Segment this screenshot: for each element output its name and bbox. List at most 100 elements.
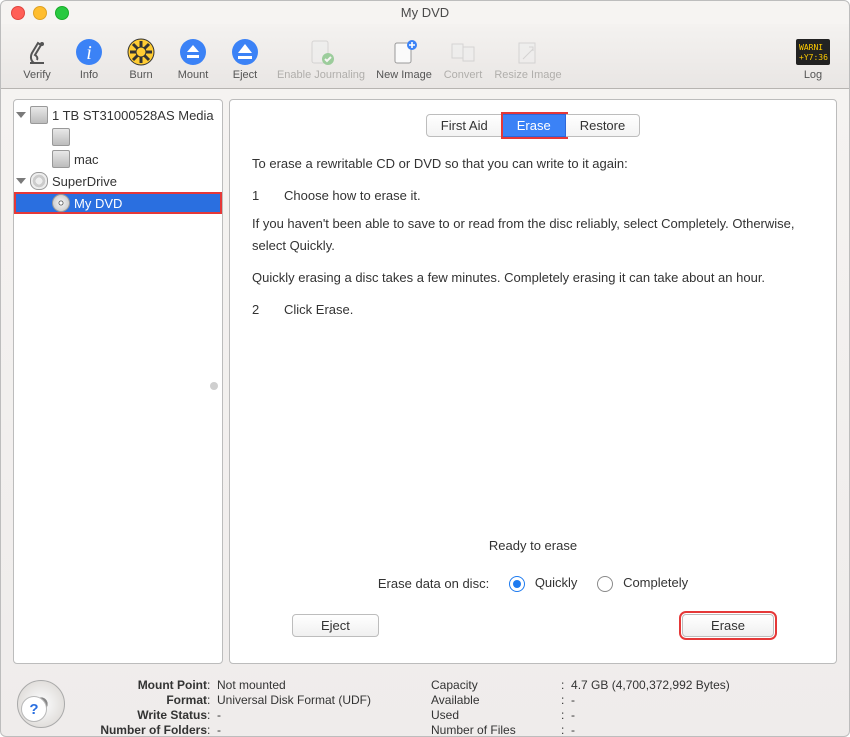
- titlebar: My DVD: [1, 1, 849, 24]
- disclosure-icon[interactable]: [16, 178, 26, 184]
- info-key: Number of Files: [431, 723, 561, 737]
- step-number: 2: [252, 299, 266, 321]
- hdd-icon: [30, 106, 48, 124]
- main-panel: First Aid Erase Restore To erase a rewri…: [229, 99, 837, 664]
- tab-first-aid[interactable]: First Aid: [426, 114, 503, 137]
- resize-button: Resize Image: [489, 35, 567, 81]
- info-value: -: [217, 708, 371, 722]
- mount-button[interactable]: Mount: [167, 35, 219, 81]
- resize-icon: [511, 35, 545, 69]
- disc-icon: [52, 194, 70, 212]
- log-icon: WARNI+Y7:36: [796, 35, 830, 69]
- window-controls: [11, 6, 69, 20]
- step-detail: If you haven't been able to save to or r…: [252, 213, 814, 257]
- tab-restore[interactable]: Restore: [566, 114, 641, 137]
- toolbar-label: Log: [804, 69, 822, 81]
- svg-text:+Y7:36: +Y7:36: [799, 53, 828, 62]
- radio-quickly[interactable]: Quickly: [509, 575, 577, 592]
- drive-label: 1 TB ST31000528AS Media: [52, 108, 214, 123]
- intro-text: To erase a rewritable CD or DVD so that …: [252, 153, 814, 175]
- info-button[interactable]: i Info: [63, 35, 115, 81]
- status-text: Ready to erase: [489, 538, 577, 553]
- toolbar-label: Mount: [178, 69, 209, 81]
- convert-icon: [446, 35, 480, 69]
- options-label: Erase data on disc:: [378, 576, 489, 591]
- toolbar-label: Resize Image: [494, 69, 561, 81]
- info-value: 4.7 GB (4,700,372,992 Bytes): [571, 678, 730, 692]
- help-button[interactable]: ?: [21, 696, 47, 722]
- info-footer: Mount Point:Not mounted Format:Universal…: [1, 670, 849, 737]
- toolbar-label: Eject: [233, 69, 257, 81]
- info-left: Mount Point:Not mounted Format:Universal…: [77, 678, 371, 737]
- journal-icon: [304, 35, 338, 69]
- erase-options: Erase data on disc: Quickly Completely: [378, 575, 688, 592]
- instructions: To erase a rewritable CD or DVD so that …: [252, 153, 814, 328]
- newimage-button[interactable]: New Image: [371, 35, 437, 81]
- info-key: Number of Folders: [77, 723, 207, 737]
- info-right: Capacity:4.7 GB (4,700,372,992 Bytes) Av…: [431, 678, 730, 737]
- step-text: Choose how to erase it.: [284, 185, 421, 207]
- radio-icon: [597, 576, 613, 592]
- body: 1 TB ST31000528AS Media mac SuperDrive: [1, 89, 849, 670]
- toolbar-label: Info: [80, 69, 98, 81]
- info-value: Not mounted: [217, 678, 371, 692]
- volume-label: mac: [74, 152, 99, 167]
- mount-icon: [176, 35, 210, 69]
- radio-label: Completely: [623, 575, 688, 590]
- info-key: Write Status: [77, 708, 207, 722]
- minimize-icon[interactable]: [33, 6, 47, 20]
- eject-button[interactable]: Eject: [292, 614, 379, 637]
- drive-root[interactable]: 1 TB ST31000528AS Media: [14, 104, 222, 126]
- erase-button[interactable]: Erase: [682, 614, 774, 637]
- info-value: -: [571, 723, 730, 737]
- superdrive[interactable]: SuperDrive: [14, 170, 222, 192]
- info-value: -: [571, 693, 730, 707]
- tab-bar: First Aid Erase Restore: [252, 114, 814, 137]
- volume-blank[interactable]: [14, 126, 222, 148]
- disc-label: My DVD: [74, 196, 122, 211]
- new-image-icon: [387, 35, 421, 69]
- volume-icon: [52, 150, 70, 168]
- eject-button[interactable]: Eject: [219, 35, 271, 81]
- convert-button: Convert: [437, 35, 489, 81]
- burn-button[interactable]: Burn: [115, 35, 167, 81]
- step-number: 1: [252, 185, 266, 207]
- resize-handle-icon[interactable]: [210, 382, 218, 390]
- microscope-icon: [20, 35, 54, 69]
- info-key: Mount Point: [77, 678, 207, 692]
- close-icon[interactable]: [11, 6, 25, 20]
- toolbar-label: Verify: [23, 69, 51, 81]
- verify-button[interactable]: Verify: [11, 35, 63, 81]
- disclosure-icon[interactable]: [16, 112, 26, 118]
- erase-controls: Ready to erase Erase data on disc: Quick…: [252, 538, 814, 645]
- info-key: Capacity: [431, 678, 561, 692]
- maximize-icon[interactable]: [55, 6, 69, 20]
- log-button[interactable]: WARNI+Y7:36 Log: [787, 35, 839, 81]
- app-window: My DVD Verify i Info Burn Mount: [0, 0, 850, 737]
- mydvd-disc[interactable]: My DVD: [14, 192, 222, 214]
- drive-label: SuperDrive: [52, 174, 117, 189]
- volume-icon: [52, 128, 70, 146]
- volume-mac[interactable]: mac: [14, 148, 222, 170]
- burn-icon: [124, 35, 158, 69]
- radio-completely[interactable]: Completely: [597, 575, 688, 592]
- svg-text:WARNI: WARNI: [799, 43, 823, 52]
- toolbar-label: Burn: [129, 69, 152, 81]
- toolbar: Verify i Info Burn Mount Eject: [1, 24, 849, 89]
- info-value: -: [571, 708, 730, 722]
- journaling-button: Enable Journaling: [271, 35, 371, 81]
- info-key: Format: [77, 693, 207, 707]
- window-title: My DVD: [401, 5, 449, 20]
- svg-text:i: i: [86, 42, 92, 64]
- step-detail: Quickly erasing a disc takes a few minut…: [252, 267, 814, 289]
- optical-drive-icon: [30, 172, 48, 190]
- toolbar-label: New Image: [376, 69, 432, 81]
- info-key: Used: [431, 708, 561, 722]
- info-icon: i: [72, 35, 106, 69]
- sidebar[interactable]: 1 TB ST31000528AS Media mac SuperDrive: [13, 99, 223, 664]
- radio-icon: [509, 576, 525, 592]
- radio-label: Quickly: [535, 575, 578, 590]
- tab-erase[interactable]: Erase: [503, 114, 566, 137]
- info-value: -: [217, 723, 371, 737]
- info-key: Available: [431, 693, 561, 707]
